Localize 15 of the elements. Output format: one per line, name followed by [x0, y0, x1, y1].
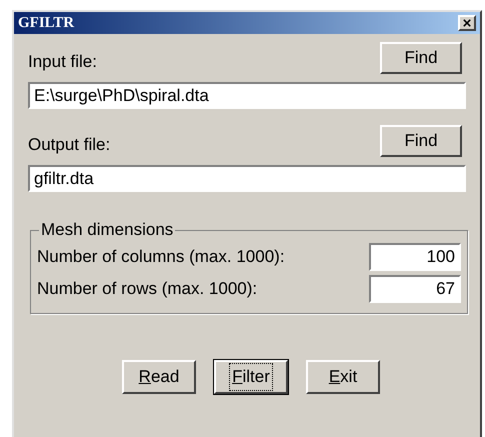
- number-field[interactable]: 100: [369, 243, 461, 271]
- dialog-button[interactable]: Exit: [306, 360, 380, 394]
- close-button[interactable]: ×: [458, 15, 476, 31]
- field-label: Number of columns (max. 1000):: [37, 246, 285, 268]
- field-label: Output file:: [28, 134, 110, 156]
- file-field[interactable]: E:\surge\PhD\spiral.dta: [28, 82, 466, 109]
- find-button[interactable]: Find: [380, 125, 462, 157]
- dialog-button[interactable]: Read: [122, 360, 196, 394]
- find-button[interactable]: Find: [380, 42, 462, 74]
- window-title: GFILTR: [18, 14, 74, 33]
- number-field[interactable]: 67: [369, 275, 461, 303]
- field-label: Input file:: [28, 50, 97, 72]
- file-field[interactable]: gfiltr.dta: [28, 165, 466, 192]
- dialog-button[interactable]: Filter: [214, 360, 288, 394]
- field-label: Number of rows (max. 1000):: [37, 278, 258, 300]
